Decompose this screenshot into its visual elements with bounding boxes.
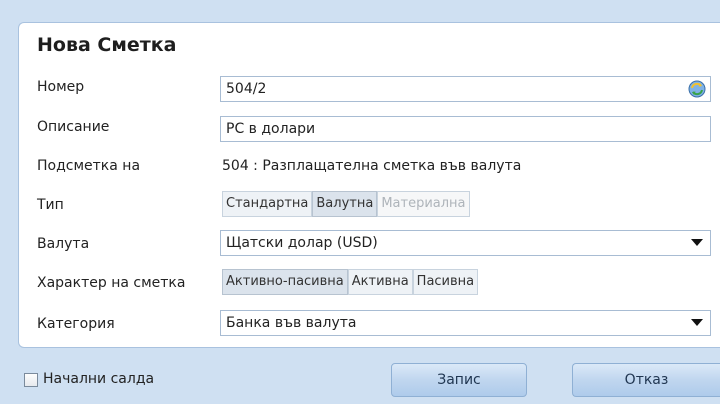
category-dropdown[interactable]: Банка във валута [220, 310, 711, 336]
number-field[interactable]: 504/2 [220, 76, 711, 102]
type-option-material[interactable]: Материална [377, 191, 470, 217]
character-option-active-passive[interactable]: Активно-пасивна [222, 269, 348, 295]
new-account-dialog: Нова Сметка Номер 504/2 Описание PC в до… [18, 22, 720, 348]
parent-account-value: 504 : Разплащателна сметка във валута [222, 158, 522, 174]
chevron-down-icon[interactable] [684, 231, 710, 255]
opening-balances-label: Начални салда [43, 371, 155, 387]
number-value: 504/2 [226, 81, 267, 97]
character-segmented-control: Активно-пасивна Активна Пасивна [222, 269, 479, 295]
character-option-passive[interactable]: Пасивна [412, 269, 479, 295]
description-value: PC в долари [226, 121, 316, 137]
character-option-active[interactable]: Активна [347, 269, 413, 295]
currency-value: Щатски долар (USD) [226, 235, 378, 251]
type-option-currency[interactable]: Валутна [312, 191, 378, 217]
type-option-standard[interactable]: Стандартна [222, 191, 313, 217]
description-label: Описание [37, 119, 110, 135]
dialog-title: Нова Сметка [37, 34, 177, 56]
currency-dropdown[interactable]: Щатски долар (USD) [220, 230, 711, 256]
category-value: Банка във валута [226, 315, 357, 331]
number-label: Номер [37, 79, 85, 95]
currency-label: Валута [37, 236, 90, 252]
type-label: Тип [37, 197, 64, 213]
save-button[interactable]: Запис [391, 363, 527, 397]
refresh-icon[interactable] [687, 79, 707, 99]
cancel-button[interactable]: Отказ [572, 363, 720, 397]
type-segmented-control: Стандартна Валутна Материална [222, 191, 470, 217]
chevron-down-icon[interactable] [684, 311, 710, 335]
opening-balances-checkbox[interactable] [24, 373, 38, 387]
character-label: Характер на сметка [37, 275, 186, 291]
parent-account-label: Подсметка на [37, 158, 141, 174]
category-label: Категория [37, 316, 115, 332]
description-field[interactable]: PC в долари [220, 116, 711, 142]
